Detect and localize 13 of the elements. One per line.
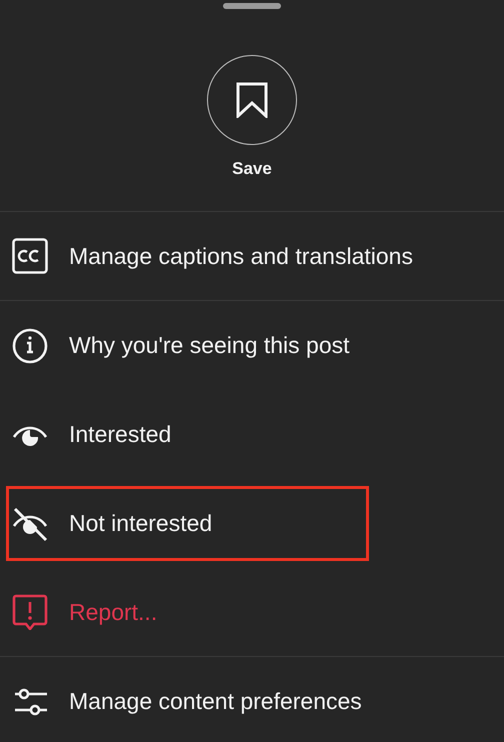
save-button[interactable] — [207, 55, 297, 145]
report-icon — [12, 594, 48, 630]
menu-item[interactable]: Not interested — [6, 486, 369, 561]
menu-item[interactable]: Manage captions and translations — [6, 218, 416, 294]
menu-item[interactable]: Interested — [6, 397, 369, 472]
eye-off-icon — [12, 506, 48, 542]
closed-captions-icon — [12, 238, 48, 274]
info-icon — [12, 328, 48, 364]
save-label: Save — [232, 159, 272, 179]
bookmark-icon — [236, 82, 268, 118]
drag-handle[interactable] — [223, 3, 281, 9]
menu-item[interactable]: Manage content preferences — [6, 664, 369, 739]
menu-item[interactable]: Why you're seeing this post — [6, 308, 369, 383]
